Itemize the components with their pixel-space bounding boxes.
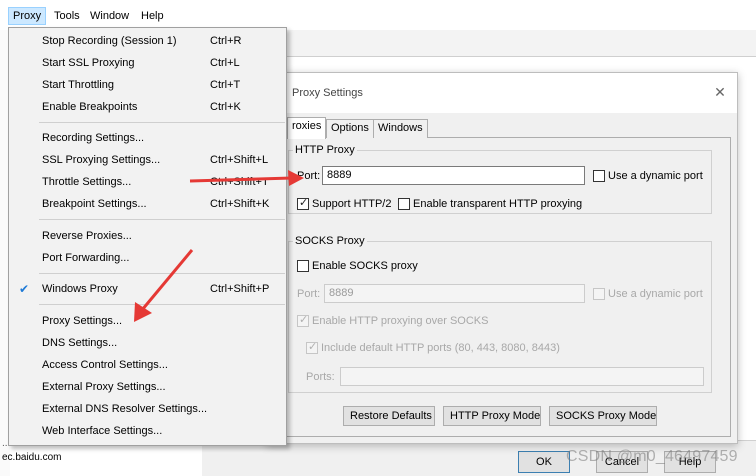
menu-item-port-forwarding[interactable]: Port Forwarding...	[9, 247, 286, 269]
http-port-input[interactable]: 8889	[322, 166, 585, 185]
menu-separator	[39, 304, 285, 305]
tab-options[interactable]: Options	[326, 119, 374, 138]
menu-item-enable-breakpoints[interactable]: Enable Breakpoints Ctrl+K	[9, 96, 286, 118]
menu-item-shortcut: Ctrl+Shift+P	[210, 283, 270, 295]
socks-proxy-mode-button[interactable]: SOCKS Proxy Mode	[549, 406, 657, 426]
menu-item-stop-recording[interactable]: Stop Recording (Session 1) Ctrl+R	[9, 30, 286, 52]
tab-windows[interactable]: Windows	[373, 119, 428, 138]
socks-proxy-group-label: SOCKS Proxy	[293, 235, 367, 247]
menu-item-label: Stop Recording (Session 1)	[42, 35, 177, 47]
menu-tools[interactable]: Tools	[50, 7, 84, 25]
menu-item-label: Web Interface Settings...	[42, 425, 163, 437]
menu-item-label: Access Control Settings...	[42, 359, 168, 371]
socks-ports-input[interactable]	[340, 367, 704, 386]
menu-item-label: Throttle Settings...	[42, 176, 132, 188]
socks-port-input[interactable]: 8889	[324, 284, 585, 303]
http-dynamic-port-label: Use a dynamic port	[608, 170, 703, 182]
background-host-item[interactable]: ec.baidu.com	[0, 452, 120, 466]
menu-item-shortcut: Ctrl+T	[210, 79, 241, 91]
socks-dynamic-port-label: Use a dynamic port	[608, 288, 703, 300]
transparent-proxy-checkbox[interactable]	[398, 198, 410, 210]
menu-item-label: DNS Settings...	[42, 337, 118, 349]
transparent-proxy-label: Enable transparent HTTP proxying	[413, 198, 583, 210]
menu-item-label: Port Forwarding...	[42, 252, 130, 264]
ok-button[interactable]: OK	[518, 451, 570, 473]
watermark: CSDN @m0_46497459	[566, 448, 738, 465]
menu-item-reverse-proxies[interactable]: Reverse Proxies...	[9, 225, 286, 247]
menu-item-web-interface-settings[interactable]: Web Interface Settings...	[9, 420, 286, 442]
menu-item-dns-settings[interactable]: DNS Settings...	[9, 332, 286, 354]
menu-item-label: Windows Proxy	[42, 283, 118, 295]
http-port-label: Port:	[297, 170, 321, 182]
menu-item-throttle-settings[interactable]: Throttle Settings... Ctrl+Shift+T	[9, 171, 286, 193]
support-http2-checkbox[interactable]	[297, 196, 309, 210]
menu-item-label: External DNS Resolver Settings...	[42, 403, 208, 415]
menu-proxy[interactable]: Proxy	[8, 7, 47, 25]
menu-item-shortcut: Ctrl+Shift+T	[210, 176, 269, 188]
support-http2-label: Support HTTP/2	[312, 198, 392, 210]
menu-item-breakpoint-settings[interactable]: Breakpoint Settings... Ctrl+Shift+K	[9, 193, 286, 215]
menu-item-label: Start Throttling	[42, 79, 114, 91]
http-proxy-mode-button[interactable]: HTTP Proxy Mode	[443, 406, 541, 426]
tab-proxies[interactable]: roxies	[287, 117, 327, 139]
menu-separator	[39, 273, 285, 274]
close-icon[interactable]: ✕	[711, 83, 729, 101]
http-dynamic-port-checkbox[interactable]	[593, 170, 605, 182]
proxy-dropdown-menu: Stop Recording (Session 1) Ctrl+R Start …	[8, 27, 287, 446]
menu-item-label: Reverse Proxies...	[42, 230, 132, 242]
socks-dynamic-port-checkbox[interactable]	[593, 288, 605, 300]
enable-socks-checkbox[interactable]	[297, 260, 309, 272]
menu-help[interactable]: Help	[137, 7, 168, 25]
menu-item-proxy-settings[interactable]: Proxy Settings...	[9, 310, 286, 332]
menu-item-windows-proxy[interactable]: ✔ Windows Proxy Ctrl+Shift+P	[9, 278, 286, 300]
menu-item-label: Proxy Settings...	[42, 315, 123, 327]
menu-item-shortcut: Ctrl+Shift+K	[210, 198, 270, 210]
menu-item-label: Recording Settings...	[42, 132, 145, 144]
proxy-settings-dialog: Proxy Settings ✕ roxies Options Windows …	[266, 72, 738, 444]
menu-separator	[39, 122, 285, 123]
menu-item-shortcut: Ctrl+R	[210, 35, 242, 47]
dialog-title: Proxy Settings	[292, 87, 363, 99]
menu-item-ssl-proxying-settings[interactable]: SSL Proxying Settings... Ctrl+Shift+L	[9, 149, 286, 171]
dialog-titlebar: Proxy Settings ✕	[267, 73, 737, 113]
menu-bar: Proxy Tools Window Help	[0, 0, 756, 30]
menu-item-shortcut: Ctrl+Shift+L	[210, 154, 269, 166]
menu-item-label: Breakpoint Settings...	[42, 198, 147, 210]
menu-item-label: External Proxy Settings...	[42, 381, 166, 393]
menu-item-shortcut: Ctrl+L	[210, 57, 240, 69]
menu-item-start-throttling[interactable]: Start Throttling Ctrl+T	[9, 74, 286, 96]
include-default-ports-checkbox[interactable]	[306, 340, 318, 354]
menu-item-label: SSL Proxying Settings...	[42, 154, 161, 166]
menu-item-start-ssl-proxying[interactable]: Start SSL Proxying Ctrl+L	[9, 52, 286, 74]
menu-separator	[39, 219, 285, 220]
include-default-ports-label: Include default HTTP ports (80, 443, 808…	[321, 342, 560, 354]
socks-ports-label: Ports:	[306, 371, 335, 383]
check-icon: ✔	[19, 282, 30, 296]
socks-port-label: Port:	[297, 288, 321, 300]
menu-item-label: Start SSL Proxying	[42, 57, 135, 69]
menu-item-label: Enable Breakpoints	[42, 101, 138, 113]
enable-socks-label: Enable SOCKS proxy	[312, 260, 418, 272]
menu-item-shortcut: Ctrl+K	[210, 101, 241, 113]
menu-item-access-control-settings[interactable]: Access Control Settings...	[9, 354, 286, 376]
menu-item-recording-settings[interactable]: Recording Settings...	[9, 127, 286, 149]
http-over-socks-label: Enable HTTP proxying over SOCKS	[312, 315, 489, 327]
restore-defaults-button[interactable]: Restore Defaults	[343, 406, 435, 426]
http-proxy-group-label: HTTP Proxy	[293, 144, 357, 156]
http-over-socks-checkbox[interactable]	[297, 313, 309, 327]
menu-item-external-proxy-settings[interactable]: External Proxy Settings...	[9, 376, 286, 398]
background-toolbar	[284, 30, 756, 57]
menu-item-external-dns-resolver-settings[interactable]: External DNS Resolver Settings...	[9, 398, 286, 420]
menu-window[interactable]: Window	[86, 7, 133, 25]
